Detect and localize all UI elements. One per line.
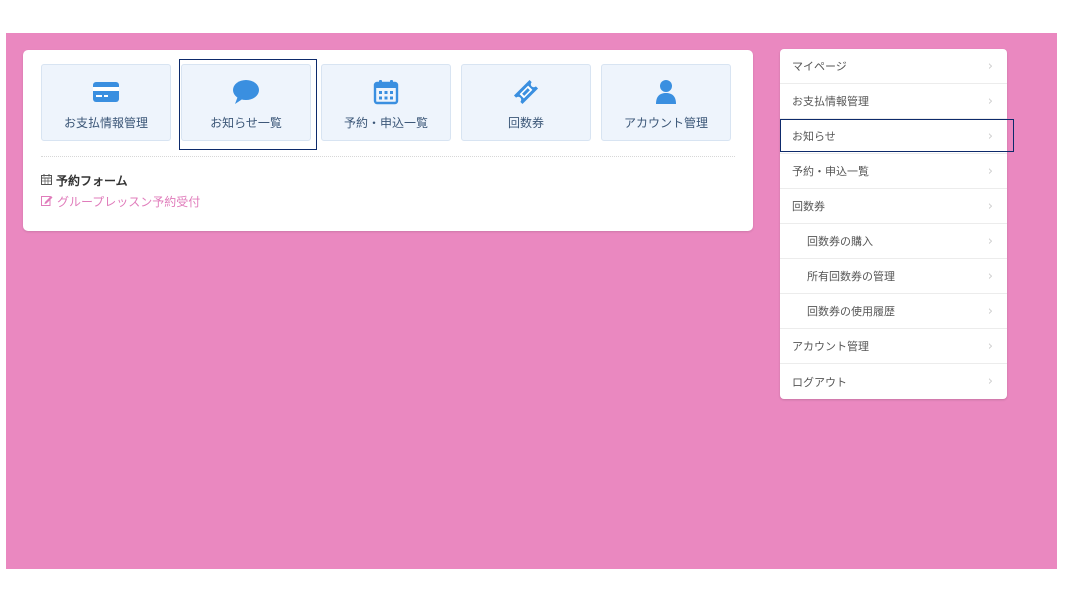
sidebar-item-payment[interactable]: お支払情報管理 › bbox=[780, 84, 1007, 119]
chevron-right-icon: › bbox=[987, 374, 993, 389]
chevron-right-icon: › bbox=[987, 303, 993, 319]
user-icon bbox=[654, 79, 678, 105]
speech-bubble-icon bbox=[232, 79, 260, 105]
sidebar-item-label: アカウント管理 bbox=[792, 340, 869, 353]
chevron-right-icon: › bbox=[987, 268, 993, 284]
sidebar-item-label: 回数券 bbox=[792, 200, 825, 213]
edit-icon bbox=[41, 195, 53, 209]
sidebar-item-logout[interactable]: ログアウト › bbox=[780, 364, 1007, 399]
sidebar-item-mypage[interactable]: マイページ › bbox=[780, 49, 1007, 84]
tile-payment-info[interactable]: お支払情報管理 bbox=[41, 64, 171, 141]
main-card: お支払情報管理 お知らせ一覧 予約・申込一覧 回数券 アカウント管理 予約フォー… bbox=[23, 50, 753, 231]
sidebar-item-label: お知らせ bbox=[792, 130, 836, 143]
calendar-icon bbox=[41, 173, 52, 188]
sidebar-item-label: マイページ bbox=[792, 60, 847, 73]
reservation-form-heading: 予約フォーム bbox=[41, 172, 128, 189]
ticket-icon bbox=[512, 79, 540, 105]
chevron-right-icon: › bbox=[987, 93, 993, 109]
credit-card-icon bbox=[92, 79, 120, 105]
sidebar-item-label: 予約・申込一覧 bbox=[792, 165, 869, 178]
sidebar-item-ticket-purchase[interactable]: 回数券の購入 › bbox=[780, 224, 1007, 259]
tile-notices[interactable]: お知らせ一覧 bbox=[179, 59, 317, 150]
chevron-right-icon: › bbox=[987, 163, 993, 179]
shortcut-tiles: お支払情報管理 お知らせ一覧 予約・申込一覧 回数券 アカウント管理 bbox=[41, 59, 731, 150]
sidebar-item-account[interactable]: アカウント管理 › bbox=[780, 329, 1007, 364]
sidebar-item-owned-tickets[interactable]: 所有回数券の管理 › bbox=[780, 259, 1007, 294]
sidebar-item-label: お支払情報管理 bbox=[792, 95, 869, 108]
sidebar-item-reservations[interactable]: 予約・申込一覧 › bbox=[780, 154, 1007, 189]
sidebar-item-tickets[interactable]: 回数券 › bbox=[780, 189, 1007, 224]
sidebar-item-label: 回数券の使用履歴 bbox=[807, 305, 895, 318]
tile-label: アカウント管理 bbox=[623, 116, 708, 130]
tile-label: お支払情報管理 bbox=[63, 116, 148, 130]
chevron-right-icon: › bbox=[987, 233, 993, 249]
form-link-text: グループレッスン予約受付 bbox=[57, 195, 201, 209]
sidebar-menu: マイページ › お支払情報管理 › お知らせ › 予約・申込一覧 › 回数券 ›… bbox=[780, 49, 1014, 399]
divider bbox=[41, 156, 735, 157]
sidebar-item-label: 所有回数券の管理 bbox=[807, 270, 895, 283]
chevron-right-icon: › bbox=[987, 58, 993, 74]
tile-label: 予約・申込一覧 bbox=[343, 116, 428, 130]
chevron-right-icon: › bbox=[987, 128, 993, 144]
sidebar-item-notices[interactable]: お知らせ › bbox=[780, 119, 1014, 154]
form-heading-text: 予約フォーム bbox=[56, 174, 128, 188]
sidebar-item-ticket-history[interactable]: 回数券の使用履歴 › bbox=[780, 294, 1007, 329]
chevron-right-icon: › bbox=[987, 198, 993, 214]
tile-reservations[interactable]: 予約・申込一覧 bbox=[321, 64, 451, 141]
sidebar-item-label: ログアウト bbox=[792, 375, 847, 389]
sidebar-item-label: 回数券の購入 bbox=[807, 235, 873, 248]
tile-label: お知らせ一覧 bbox=[210, 116, 282, 130]
group-lesson-link[interactable]: グループレッスン予約受付 bbox=[41, 193, 200, 210]
tile-label: 回数券 bbox=[507, 116, 544, 130]
calendar-icon bbox=[373, 79, 399, 105]
tile-account[interactable]: アカウント管理 bbox=[601, 64, 731, 141]
chevron-right-icon: › bbox=[987, 338, 993, 354]
tile-tickets[interactable]: 回数券 bbox=[461, 64, 591, 141]
